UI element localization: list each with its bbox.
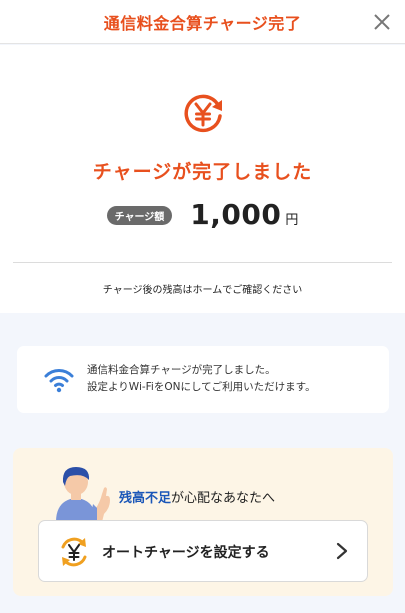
wifi-notice-line1: 通信料金合算チャージが完了しました。: [87, 364, 276, 376]
chevron-right-icon: [336, 542, 348, 560]
person-illustration: [56, 467, 110, 522]
wifi-notice-line2: 設定よりWi-FiをONにしてご利用いただけます。: [87, 381, 316, 393]
auto-charge-yen-icon: [61, 537, 87, 567]
close-icon: [374, 14, 390, 30]
balance-note: チャージ後の残高はホームでご確認ください: [102, 285, 303, 296]
promo-title-emphasis: 残高不足: [119, 491, 172, 506]
complete-message: チャージが完了しました: [92, 161, 313, 183]
currency-unit: 円: [285, 212, 299, 228]
yen-refresh-icon: [184, 94, 222, 133]
wifi-notice-card: 通信料金合算チャージが完了しました。 設定よりWi-FiをONにしてご利用いただ…: [17, 346, 389, 413]
divider: [13, 262, 392, 263]
header-bar: 通信料金合算チャージ完了: [0, 0, 405, 44]
wifi-icon: [44, 369, 74, 393]
charge-amount-row: チャージ額 1,000 円: [0, 197, 405, 231]
result-panel: チャージが完了しました チャージ額 1,000 円 チャージ後の残高はホームでご…: [0, 45, 405, 313]
promo-title-rest: が心配なあなたへ: [171, 491, 276, 506]
page-title: 通信料金合算チャージ完了: [103, 13, 302, 33]
close-button[interactable]: [367, 7, 397, 37]
charge-amount: 1,000: [190, 197, 282, 231]
auto-charge-setup-button[interactable]: オートチャージを設定する: [38, 520, 368, 582]
auto-charge-button-label: オートチャージを設定する: [102, 545, 270, 561]
wifi-notice-text: 通信料金合算チャージが完了しました。 設定よりWi-FiをONにしてご利用いただ…: [87, 362, 316, 396]
charge-amount-badge: チャージ額: [106, 205, 173, 225]
promo-title: 残高不足が心配なあなたへ: [119, 487, 275, 506]
auto-charge-promo: 残高不足が心配なあなたへ オートチャージを設定する: [13, 448, 393, 596]
